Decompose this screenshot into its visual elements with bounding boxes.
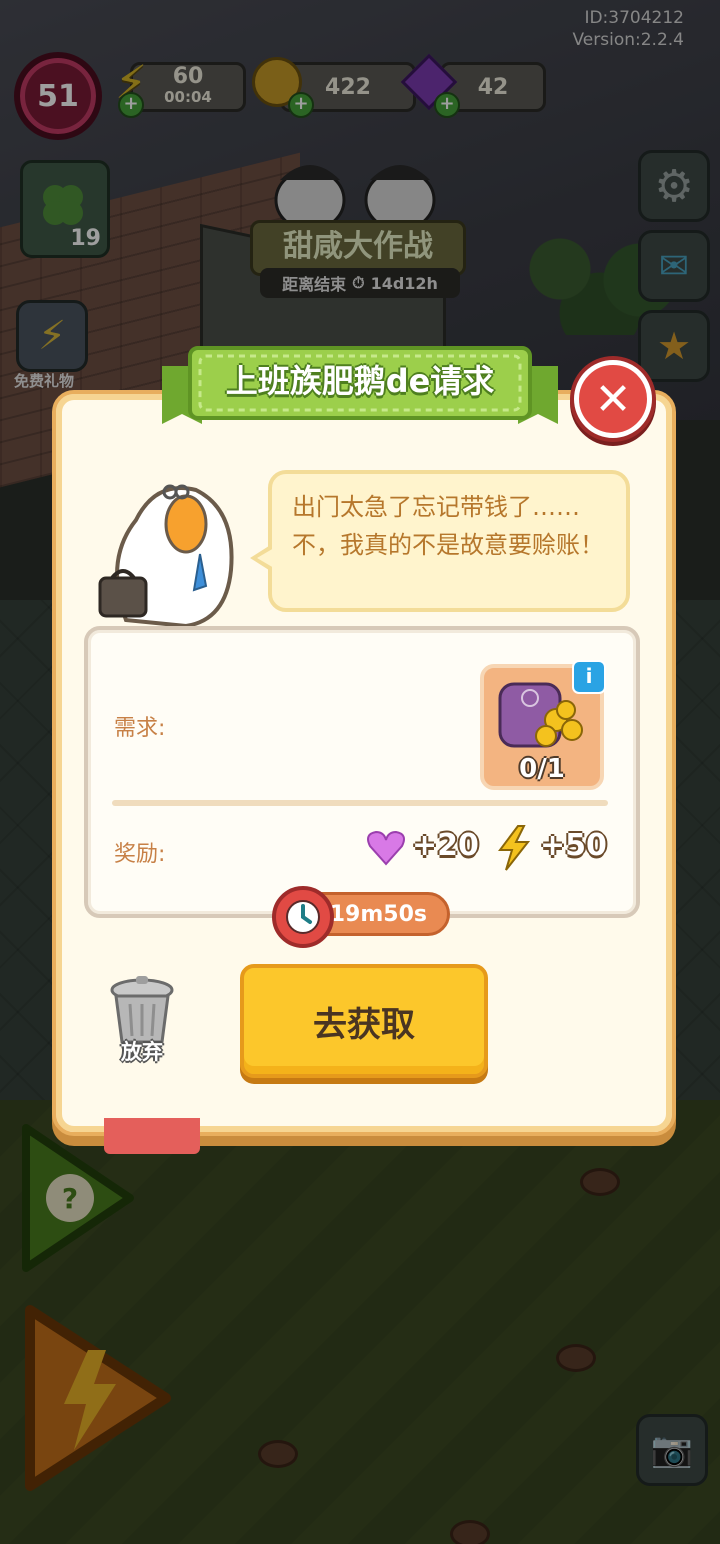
heart-icon	[367, 830, 405, 866]
request-speech: 出门太急了忘记带钱了……不，我真的不是故意要赊账！	[292, 493, 604, 559]
reward-hearts-value: +20	[412, 828, 479, 863]
required-item-progress: 0/1	[519, 754, 565, 784]
panel-divider	[112, 800, 608, 806]
close-button[interactable]: ✕	[574, 360, 652, 438]
office-goose-avatar	[98, 484, 234, 629]
item-info-button[interactable]: i	[572, 660, 606, 694]
requirement-label: 需求:	[114, 716, 166, 741]
go-get-button[interactable]: 去获取	[240, 964, 488, 1078]
reward-energy-value: +50	[540, 828, 607, 863]
reward-label: 奖励:	[114, 842, 166, 867]
lightning-reward-icon	[498, 825, 531, 871]
dialog-bookmark-tag	[104, 1118, 200, 1154]
close-icon: ✕	[594, 373, 632, 425]
request-timer-value: 19m50s	[329, 901, 427, 927]
title-ribbon	[162, 346, 558, 424]
abandon-label: 放弃	[121, 1040, 163, 1064]
alarm-clock-icon	[272, 886, 334, 948]
speech-bubble: 出门太急了忘记带钱了……不，我真的不是故意要赊账！	[250, 470, 630, 612]
go-get-label: 去获取	[313, 1004, 415, 1045]
